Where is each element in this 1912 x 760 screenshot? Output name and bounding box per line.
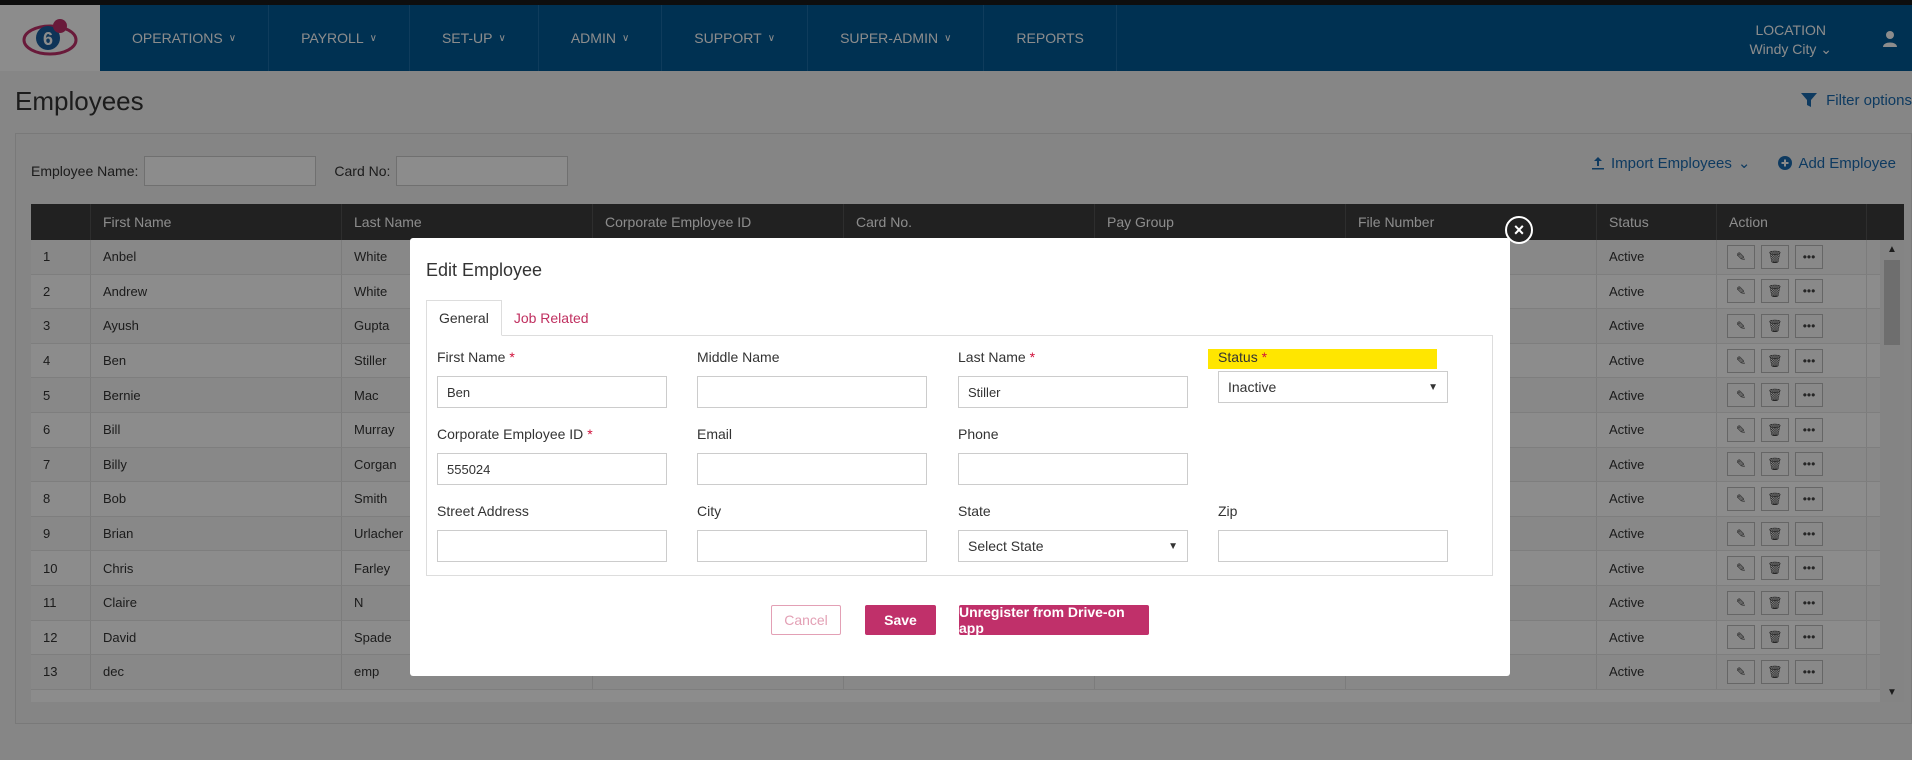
- phone-input[interactable]: [958, 453, 1188, 485]
- email-input[interactable]: [697, 453, 927, 485]
- zip-field: Zip: [1218, 503, 1448, 562]
- required-marker: *: [1261, 349, 1268, 365]
- close-icon[interactable]: ×: [1505, 216, 1533, 244]
- cancel-button[interactable]: Cancel: [771, 605, 841, 635]
- street-input[interactable]: [437, 530, 667, 562]
- corp-id-input[interactable]: 555024: [437, 453, 667, 485]
- street-field: Street Address: [437, 503, 667, 562]
- email-field: Email: [697, 426, 927, 485]
- city-input[interactable]: [697, 530, 927, 562]
- status-select[interactable]: Inactive ▼: [1218, 371, 1448, 403]
- required-marker: *: [587, 426, 593, 442]
- edit-employee-modal: Edit Employee General Job Related First …: [410, 238, 1510, 676]
- state-label: State: [958, 503, 991, 519]
- state-field: State Select State ▼: [958, 503, 1188, 562]
- state-select[interactable]: Select State ▼: [958, 530, 1188, 562]
- corp-id-label: Corporate Employee ID: [437, 426, 584, 442]
- required-marker: *: [1029, 349, 1036, 365]
- caret-down-icon: ▼: [1428, 381, 1438, 393]
- modal-title: Edit Employee: [426, 260, 543, 280]
- zip-label: Zip: [1218, 503, 1238, 519]
- first-name-label: First Name: [437, 349, 506, 365]
- email-label: Email: [697, 426, 733, 442]
- last-name-field: Last Name * Stiller: [958, 349, 1188, 408]
- last-name-input[interactable]: Stiller: [958, 376, 1188, 408]
- status-field: Status * Inactive ▼: [1208, 349, 1448, 403]
- city-field: City: [697, 503, 927, 562]
- first-name-input[interactable]: Ben: [437, 376, 667, 408]
- last-name-label: Last Name: [958, 349, 1026, 365]
- status-value: Inactive: [1228, 379, 1277, 395]
- phone-label: Phone: [958, 426, 999, 442]
- street-label: Street Address: [437, 503, 529, 519]
- status-highlight: Status *: [1208, 349, 1438, 369]
- modal-tabs: General Job Related: [426, 300, 1493, 336]
- unregister-button[interactable]: Unregister from Drive-on app: [959, 604, 1149, 636]
- save-button[interactable]: Save: [865, 605, 936, 635]
- tab-job-related[interactable]: Job Related: [502, 300, 601, 336]
- middle-name-label: Middle Name: [697, 349, 780, 365]
- zip-input[interactable]: [1218, 530, 1448, 562]
- state-value: Select State: [968, 538, 1044, 554]
- caret-down-icon: ▼: [1168, 540, 1178, 552]
- corp-id-field: Corporate Employee ID * 555024: [437, 426, 667, 485]
- required-marker: *: [509, 349, 515, 365]
- middle-name-field: Middle Name: [697, 349, 927, 408]
- tab-general[interactable]: General: [426, 300, 502, 336]
- status-label: Status: [1218, 349, 1258, 365]
- first-name-field: First Name * Ben: [437, 349, 667, 408]
- general-form: First Name * Ben Middle Name Last Name *…: [426, 335, 1493, 576]
- middle-name-input[interactable]: [697, 376, 927, 408]
- phone-field: Phone: [958, 426, 1188, 485]
- city-label: City: [697, 503, 722, 519]
